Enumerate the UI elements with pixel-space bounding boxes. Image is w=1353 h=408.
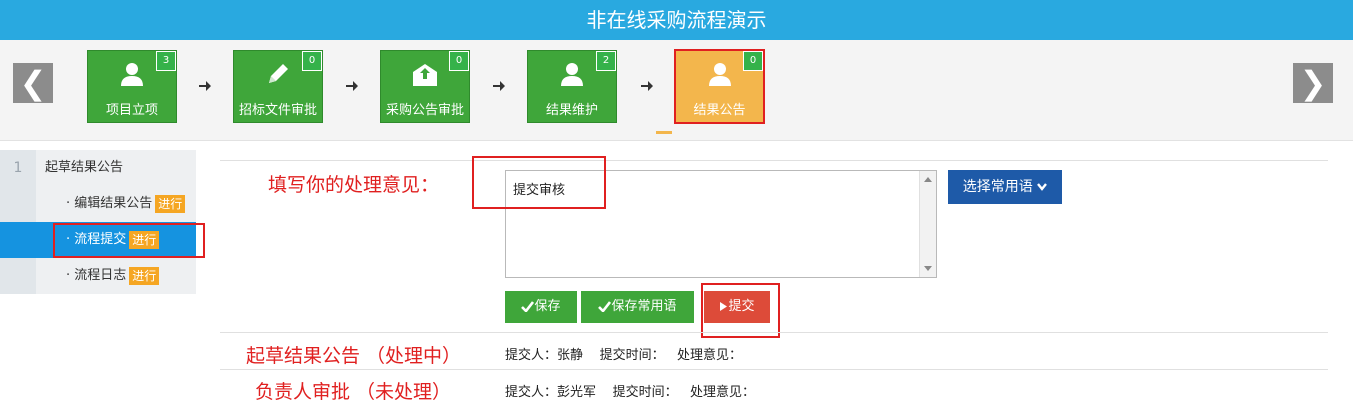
pencil-icon — [234, 59, 322, 89]
submitter-name: 张静 — [557, 348, 584, 363]
step-tender-doc-approval[interactable]: 0 招标文件审批 — [233, 50, 323, 123]
log-step-info: 提交人：彭光军 提交时间： 处理意见： — [505, 381, 755, 400]
step-project-setup[interactable]: 3 项目立项 — [87, 50, 177, 123]
choose-phrase-button[interactable]: 选择常用语 — [948, 170, 1062, 204]
divider — [220, 332, 1328, 333]
page-header: 非在线采购流程演示 — [0, 0, 1353, 40]
log-step-info: 提交人：张静 提交时间： 处理意见： — [505, 344, 742, 363]
step-result-announcement[interactable]: 0 结果公告 — [674, 49, 765, 124]
highlight-box — [472, 156, 606, 209]
log-step-title: 起草结果公告 （处理中） — [246, 345, 462, 367]
page-title: 非在线采购流程演示 — [586, 8, 767, 32]
scroll-down-icon[interactable] — [924, 266, 932, 271]
highlight-box — [701, 283, 780, 338]
log-step-title: 负责人审批 （未处理） — [255, 381, 452, 403]
divider — [220, 369, 1328, 370]
save-button-label: 保存 — [534, 299, 561, 314]
status-badge: 进行 — [129, 266, 160, 285]
scroll-up-icon[interactable] — [924, 177, 932, 182]
save-button[interactable]: 保存 — [505, 291, 577, 323]
user-icon — [528, 59, 616, 89]
textarea-scrollbar[interactable] — [919, 171, 936, 277]
next-step-button[interactable]: ❯ — [1293, 63, 1333, 103]
sidebar-item-label: · 流程日志 — [66, 268, 127, 283]
envelope-upload-icon — [381, 59, 469, 89]
check-icon — [598, 301, 612, 313]
section-title: 起草结果公告 — [45, 160, 124, 175]
step-procurement-notice-approval[interactable]: 0 采购公告审批 — [380, 50, 470, 123]
prev-step-button[interactable]: ❮ — [13, 63, 53, 103]
step-label: 项目立项 — [105, 103, 158, 118]
arrow-right-icon — [346, 81, 358, 91]
opinion-label: 处理意见： — [676, 348, 742, 363]
step-label: 结果维护 — [545, 103, 598, 118]
submitter-label: 提交人： — [505, 348, 558, 363]
step-label: 结果公告 — [693, 103, 746, 118]
user-icon — [88, 59, 176, 89]
section-number-blank — [0, 186, 36, 222]
active-step-indicator — [656, 131, 672, 134]
submitter-label: 提交人： — [505, 385, 558, 400]
chevron-down-icon — [1037, 183, 1048, 191]
section-number-blank — [0, 222, 36, 258]
section-number-blank — [0, 258, 36, 294]
sidebar-item-flow-log[interactable]: · 流程日志 进行 — [0, 258, 196, 294]
opinion-label: 处理意见： — [689, 385, 755, 400]
sidebar-section-draft-result[interactable]: 1 起草结果公告 — [0, 150, 196, 186]
highlight-box — [53, 223, 205, 258]
submitter-name: 彭光军 — [557, 385, 597, 400]
step-label: 招标文件审批 — [238, 103, 317, 118]
opinion-prompt-label: 填写你的处理意见： — [268, 174, 440, 196]
choose-phrase-label: 选择常用语 — [962, 179, 1033, 195]
submit-time-label: 提交时间： — [599, 348, 665, 363]
arrow-right-icon — [199, 81, 211, 91]
save-phrase-button[interactable]: 保存常用语 — [581, 291, 694, 323]
divider — [220, 160, 1328, 161]
step-result-maintenance[interactable]: 2 结果维护 — [527, 50, 617, 123]
user-icon — [676, 59, 763, 89]
status-badge: 进行 — [155, 194, 186, 213]
arrow-right-icon — [493, 81, 505, 91]
sidebar-item-label: · 编辑结果公告 — [66, 196, 153, 211]
check-icon — [521, 301, 535, 313]
section-number: 1 — [0, 150, 36, 186]
sidebar-item-edit-result[interactable]: · 编辑结果公告 进行 — [0, 186, 196, 222]
step-label: 采购公告审批 — [385, 103, 464, 118]
arrow-right-icon — [641, 81, 653, 91]
submit-time-label: 提交时间： — [612, 385, 678, 400]
save-phrase-button-label: 保存常用语 — [611, 299, 677, 314]
